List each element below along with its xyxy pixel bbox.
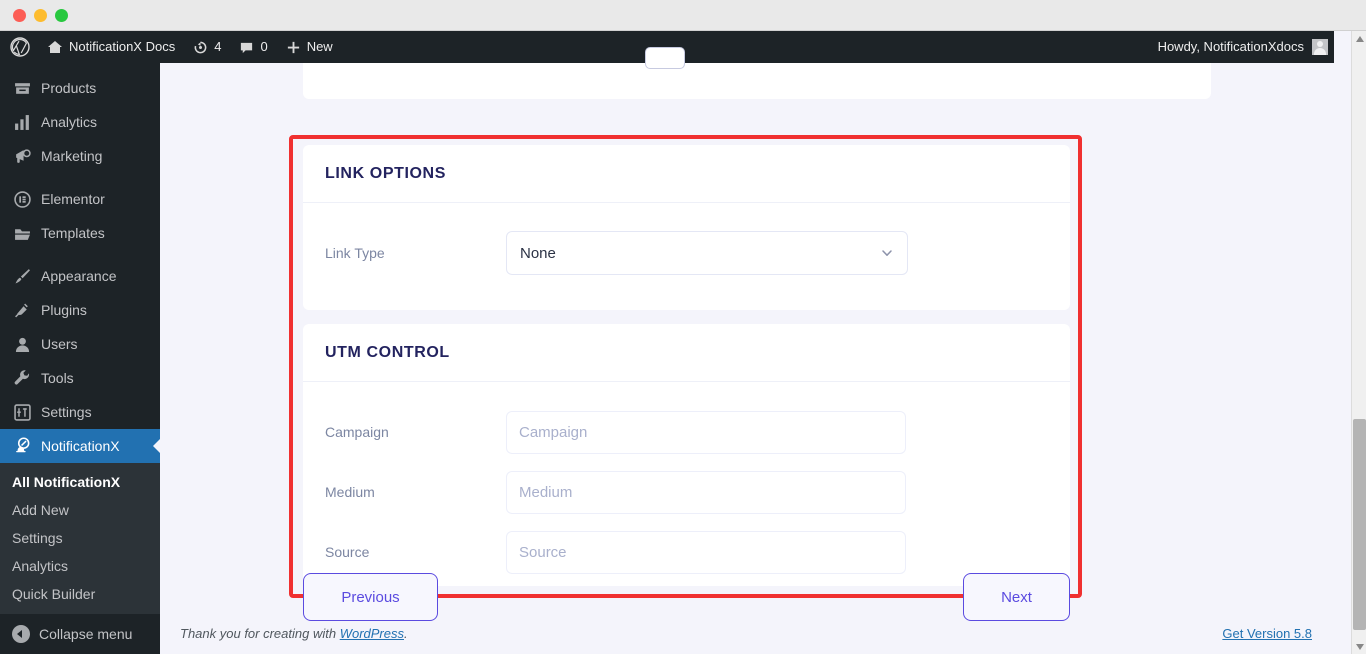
red-highlight-annotation xyxy=(289,135,1082,598)
sidebar-item-label: Appearance xyxy=(41,268,117,284)
comment-bubble-icon xyxy=(239,40,254,55)
sidebar-item-label: Templates xyxy=(41,225,105,241)
sidebar-item-label: Users xyxy=(41,336,78,352)
scroll-up-arrow-icon[interactable] xyxy=(1352,31,1366,46)
previous-section-input-partial[interactable] xyxy=(645,47,685,69)
submenu-item-settings[interactable]: Settings xyxy=(0,524,160,552)
footer-version: Get Version 5.8 xyxy=(1222,626,1312,641)
updates-count: 4 xyxy=(214,39,222,54)
sidebar-item-marketing[interactable]: Marketing xyxy=(0,139,160,173)
minimize-window-button[interactable] xyxy=(34,9,47,22)
home-icon xyxy=(47,39,63,55)
sidebar-item-label: Tools xyxy=(41,370,74,386)
folder-icon xyxy=(12,225,32,242)
collapse-menu-label: Collapse menu xyxy=(39,626,133,642)
footer-thanks-suffix: . xyxy=(404,625,408,641)
sidebar-item-label: Products xyxy=(41,80,97,96)
sidebar-item-tools[interactable]: Tools xyxy=(0,361,160,395)
sidebar-item-notificationx[interactable]: NotificationX xyxy=(0,429,160,463)
new-content-button[interactable]: New xyxy=(277,31,342,63)
sidebar-item-templates[interactable]: Templates xyxy=(0,216,160,250)
sidebar-item-products[interactable]: Products xyxy=(0,71,160,105)
sidebar-item-label: Analytics xyxy=(41,114,98,130)
close-window-button[interactable] xyxy=(13,9,26,22)
window-titlebar xyxy=(0,0,1366,31)
admin-sidebar: Products Analytics Marketing Elementor T… xyxy=(0,63,160,654)
sidebar-separator xyxy=(0,250,160,259)
sidebar-item-label: Plugins xyxy=(41,302,87,318)
megaphone-icon xyxy=(12,148,32,165)
plus-icon xyxy=(286,40,301,55)
submenu-item-all-notificationx[interactable]: All NotificationX xyxy=(0,468,160,496)
maximize-window-button[interactable] xyxy=(55,9,68,22)
wordpress-logo-icon xyxy=(10,37,30,57)
comments-button[interactable]: 0 xyxy=(230,31,276,63)
new-content-label: New xyxy=(306,39,333,54)
browser-viewport: NotificationX Docs 4 0 New Howdy, Notifi… xyxy=(0,31,1366,654)
sidebar-item-appearance[interactable]: Appearance xyxy=(0,259,160,293)
elementor-icon xyxy=(12,190,32,208)
notificationx-submenu: All NotificationX Add New Settings Analy… xyxy=(0,463,160,614)
wrench-icon xyxy=(12,369,32,387)
page-scrollbar[interactable] xyxy=(1351,31,1366,654)
scrollbar-thumb[interactable] xyxy=(1353,419,1366,630)
submenu-item-analytics[interactable]: Analytics xyxy=(0,552,160,580)
submenu-item-add-new[interactable]: Add New xyxy=(0,496,160,524)
sidebar-separator xyxy=(0,173,160,182)
user-avatar-icon xyxy=(1312,39,1328,55)
footer-thanks-prefix: Thank you for creating with xyxy=(180,625,340,641)
admin-footer: Thank you for creating with WordPress. G… xyxy=(160,612,1334,654)
window-controls xyxy=(13,9,68,22)
sidebar-item-users[interactable]: Users xyxy=(0,327,160,361)
wordpress-logo-button[interactable] xyxy=(0,31,38,63)
submenu-item-quick-builder[interactable]: Quick Builder xyxy=(0,580,160,608)
comments-count: 0 xyxy=(260,39,268,54)
previous-section-card-partial xyxy=(303,47,1211,99)
sidebar-item-label: Marketing xyxy=(41,148,103,164)
scroll-down-arrow-icon[interactable] xyxy=(1352,639,1366,654)
user-icon xyxy=(12,336,32,353)
updates-icon xyxy=(193,40,208,55)
get-version-link[interactable]: Get Version 5.8 xyxy=(1222,626,1312,641)
sidebar-item-label: NotificationX xyxy=(41,438,120,454)
collapse-menu-button[interactable]: Collapse menu xyxy=(0,614,160,654)
updates-button[interactable]: 4 xyxy=(184,31,230,63)
sidebar-item-plugins[interactable]: Plugins xyxy=(0,293,160,327)
my-account-button[interactable]: Howdy, NotificationXdocs xyxy=(1149,31,1334,63)
products-icon xyxy=(12,80,32,97)
sidebar-item-settings[interactable]: Settings xyxy=(0,395,160,429)
chart-bars-icon xyxy=(12,114,32,131)
site-name-button[interactable]: NotificationX Docs xyxy=(38,31,184,63)
sidebar-item-elementor[interactable]: Elementor xyxy=(0,182,160,216)
site-name-label: NotificationX Docs xyxy=(69,39,176,54)
plug-icon xyxy=(12,302,32,319)
howdy-label: Howdy, NotificationXdocs xyxy=(1157,39,1304,54)
collapse-arrow-icon xyxy=(12,625,30,643)
sidebar-item-label: Settings xyxy=(41,404,92,420)
notificationx-bell-icon xyxy=(12,437,32,455)
sliders-icon xyxy=(12,403,32,421)
main-content: LINK OPTIONS Link Type None UTM CONTROL … xyxy=(160,47,1334,654)
paintbrush-icon xyxy=(12,268,32,285)
sidebar-item-analytics[interactable]: Analytics xyxy=(0,105,160,139)
footer-thanks-text: Thank you for creating with WordPress. xyxy=(180,626,408,641)
wordpress-link[interactable]: WordPress xyxy=(340,626,404,641)
sidebar-item-label: Elementor xyxy=(41,191,105,207)
